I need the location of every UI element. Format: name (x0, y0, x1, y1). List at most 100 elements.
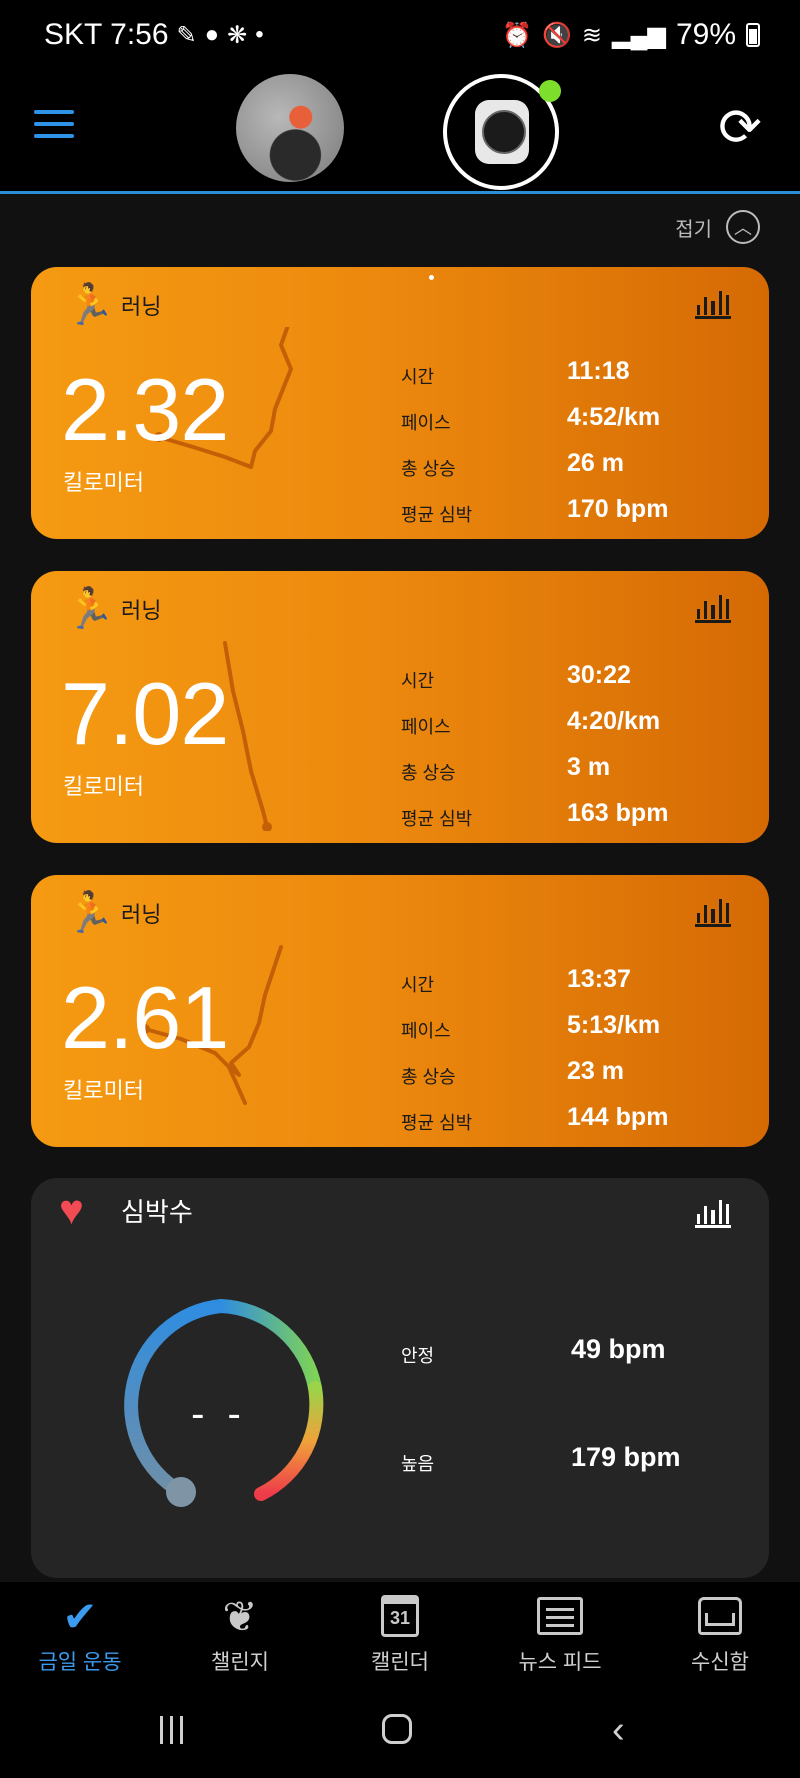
resting-hr-label: 안정 (401, 1346, 435, 1366)
stat-row: 총 상승 23 m (401, 1053, 741, 1099)
collapse-toggle[interactable]: 접기 ︿ (675, 210, 760, 244)
stat-row: 평균 심박 163 bpm (401, 795, 741, 841)
stat-row: 총 상승 3 m (401, 749, 741, 795)
stat-row: 총 상승 26 m (401, 445, 741, 491)
home-icon[interactable] (382, 1714, 412, 1744)
activity-type: 러닝 (121, 598, 162, 623)
nav-calendar[interactable]: 31 캘린더 (320, 1582, 480, 1682)
current-heart-rate: - - (191, 1392, 247, 1436)
app-bar: ⟳ (0, 70, 800, 194)
mute-icon: 🔇 (542, 21, 572, 49)
stats-list: 시간 30:22 페이스 4:20/km 총 상승 3 m 평균 심박 163 bpm (401, 657, 741, 841)
stat-label: 총 상승 (401, 1067, 456, 1087)
stat-label: 평균 심박 (401, 809, 473, 829)
distance-value: 2.61 (61, 968, 229, 1067)
calendar-icon: 31 (381, 1595, 419, 1637)
heart-rate-title: 심박수 (121, 1196, 193, 1227)
stat-value: 163 bpm (567, 799, 669, 827)
bar-chart-icon[interactable] (695, 283, 731, 319)
bar-chart-icon[interactable] (695, 891, 731, 927)
stat-value: 30:22 (567, 661, 631, 689)
nav-challenges[interactable]: ❦ 챌린지 (160, 1582, 320, 1682)
back-icon[interactable]: ‹ (612, 1708, 642, 1752)
battery-icon (746, 23, 760, 47)
wifi-icon: ≋ (581, 21, 603, 49)
chat-icon: ● (204, 21, 220, 48)
nav-label: 수신함 (691, 1651, 749, 1674)
alarm-icon: ⏰ (502, 21, 533, 49)
activity-card[interactable]: 🏃 러닝 2.61 킬로미터 시간 13:37 페이스 5:13/km 총 상승 23… (31, 875, 769, 1147)
nav-inbox[interactable]: 수신함 (640, 1582, 800, 1682)
stat-row: 평균 심박 170 bpm (401, 491, 741, 537)
shoe-icon: ❋ (227, 21, 248, 49)
nav-label: 챌린지 (211, 1651, 269, 1674)
status-dot: • (255, 21, 264, 48)
device-button[interactable] (443, 74, 561, 190)
stat-row: 시간 11:18 (401, 353, 741, 399)
stat-row: 페이스 4:52/km (401, 399, 741, 445)
route-line (223, 641, 269, 829)
nav-today[interactable]: ✔ 금일 운동 (0, 1582, 160, 1682)
stat-value: 26 m (567, 449, 624, 477)
running-icon: 🏃 (65, 587, 115, 631)
heart-rate-card[interactable]: ♥ 심박수 - - 안정 49 bpm 높음 179 bpm (31, 1178, 769, 1578)
page-indicator-dot (429, 275, 434, 280)
newspaper-icon (537, 1597, 583, 1635)
battery-percent: 79% (675, 18, 736, 51)
stat-row: 평균 심박 144 bpm (401, 1099, 741, 1145)
system-nav-bar: ‹ (0, 1682, 800, 1778)
bar-chart-icon[interactable] (695, 587, 731, 623)
distance-value: 7.02 (61, 664, 229, 763)
stat-label: 페이스 (401, 717, 451, 737)
high-hr-value: 179 bpm (571, 1442, 681, 1472)
stat-label: 페이스 (401, 1021, 451, 1041)
stat-label: 시간 (401, 975, 435, 995)
activity-type: 러닝 (121, 294, 162, 319)
stats-list: 시간 11:18 페이스 4:52/km 총 상승 26 m 평균 심박 170 bpm (401, 353, 741, 537)
nav-label: 뉴스 피드 (518, 1651, 602, 1674)
high-hr-label: 높음 (401, 1454, 435, 1474)
stat-label: 시간 (401, 671, 435, 691)
stat-row: 페이스 4:20/km (401, 703, 741, 749)
bar-chart-icon[interactable] (695, 1192, 731, 1228)
stat-value: 4:52/km (567, 403, 661, 431)
stat-value: 13:37 (567, 965, 631, 993)
stat-label: 페이스 (401, 413, 451, 433)
activity-card[interactable]: 🏃 러닝 2.32 킬로미터 시간 11:18 페이스 4:52/km 총 상승 26… (31, 267, 769, 539)
resting-hr-row: 안정 49 bpm (401, 1328, 731, 1378)
distance-unit: 킬로미터 (63, 774, 144, 799)
nav-label: 캘린더 (371, 1651, 429, 1674)
distance-unit: 킬로미터 (63, 470, 144, 495)
stat-value: 3 m (567, 753, 611, 781)
hamburger-menu-icon[interactable] (34, 110, 74, 140)
chevron-up-icon: ︿ (726, 210, 760, 244)
stat-label: 평균 심박 (401, 505, 473, 525)
sync-icon[interactable]: ⟳ (712, 100, 768, 156)
signal-icon: ▂▄▆ (612, 21, 666, 49)
inbox-icon (698, 1597, 742, 1635)
recent-apps-icon[interactable] (160, 1708, 190, 1752)
stat-row: 페이스 5:13/km (401, 1007, 741, 1053)
stat-label: 시간 (401, 367, 435, 387)
stat-value: 5:13/km (567, 1011, 661, 1039)
high-hr-row: 높음 179 bpm (401, 1436, 731, 1486)
activity-card[interactable]: 🏃 러닝 7.02 킬로미터 시간 30:22 페이스 4:20/km 총 상승 3 … (31, 571, 769, 843)
nav-news-feed[interactable]: 뉴스 피드 (480, 1582, 640, 1682)
activity-type: 러닝 (121, 902, 162, 927)
stat-value: 4:20/km (567, 707, 661, 735)
gauge-indicator (166, 1477, 196, 1507)
avatar[interactable] (236, 74, 344, 182)
distance-unit: 킬로미터 (63, 1078, 144, 1103)
collapse-label: 접기 (675, 218, 712, 241)
stat-value: 11:18 (567, 357, 630, 385)
stat-row: 시간 13:37 (401, 961, 741, 1007)
device-connected-indicator (539, 80, 561, 102)
stat-value: 170 bpm (567, 495, 669, 523)
nav-label: 금일 운동 (38, 1651, 122, 1674)
stat-label: 총 상승 (401, 763, 456, 783)
pen-icon: ✎ (176, 21, 197, 49)
laurel-icon: ❦ (222, 1592, 258, 1640)
watch-icon (475, 100, 529, 164)
running-icon: 🏃 (65, 283, 115, 327)
checkmark-icon: ✔ (62, 1592, 98, 1640)
